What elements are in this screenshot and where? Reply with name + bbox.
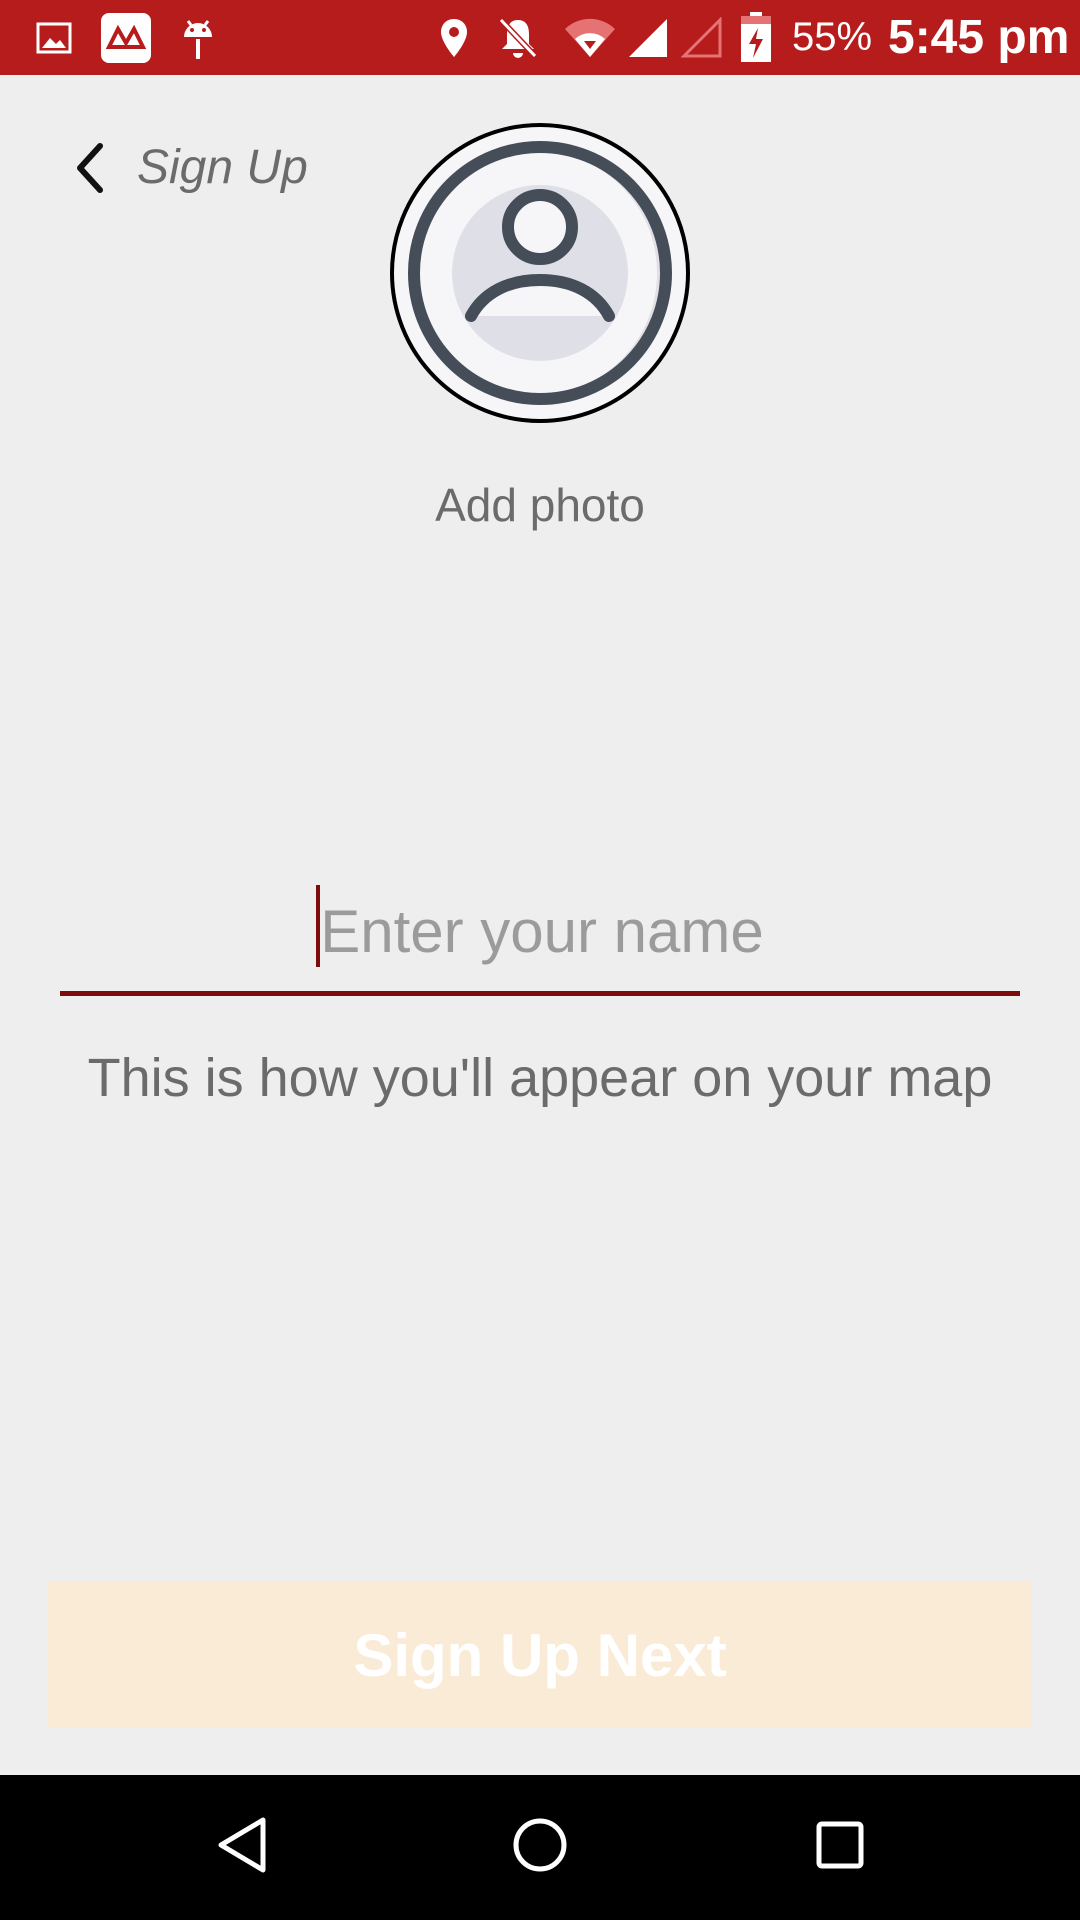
notifications-off-icon	[496, 0, 540, 75]
recents-square-icon	[815, 1820, 865, 1875]
home-circle-icon	[512, 1817, 568, 1878]
page-title: Sign Up	[137, 141, 308, 194]
name-helper-text: This is how you'll appear on your map	[87, 1048, 993, 1108]
status-bar: 55% 5:45 pm	[0, 0, 1080, 75]
clock-time: 5:45 pm	[888, 11, 1070, 64]
signal-icon	[626, 0, 670, 75]
name-input[interactable]	[60, 870, 1024, 992]
image-icon	[34, 0, 74, 75]
signal-empty-icon	[680, 0, 724, 75]
back-button[interactable]	[60, 130, 120, 210]
nav-back-button[interactable]	[172, 1775, 312, 1920]
nav-recents-button[interactable]	[770, 1775, 910, 1920]
user-avatar-icon	[389, 123, 691, 428]
system-nav-bar	[0, 1775, 1080, 1920]
nav-home-button[interactable]	[470, 1775, 610, 1920]
name-field	[60, 870, 1024, 996]
chevron-left-icon	[72, 142, 108, 199]
add-photo-link[interactable]: Add photo	[340, 470, 740, 540]
wifi-icon	[562, 0, 618, 75]
battery-percent: 55%	[792, 15, 873, 59]
location-icon	[436, 0, 472, 75]
back-triangle-icon	[215, 1816, 269, 1879]
android-debug-icon	[180, 0, 216, 75]
avatar-photo-picker[interactable]	[389, 122, 691, 424]
app-notification-icon	[100, 0, 152, 75]
text-caret	[316, 885, 320, 967]
sign-up-next-button[interactable]: Sign Up Next	[48, 1582, 1032, 1728]
battery-charging-icon	[738, 0, 774, 75]
